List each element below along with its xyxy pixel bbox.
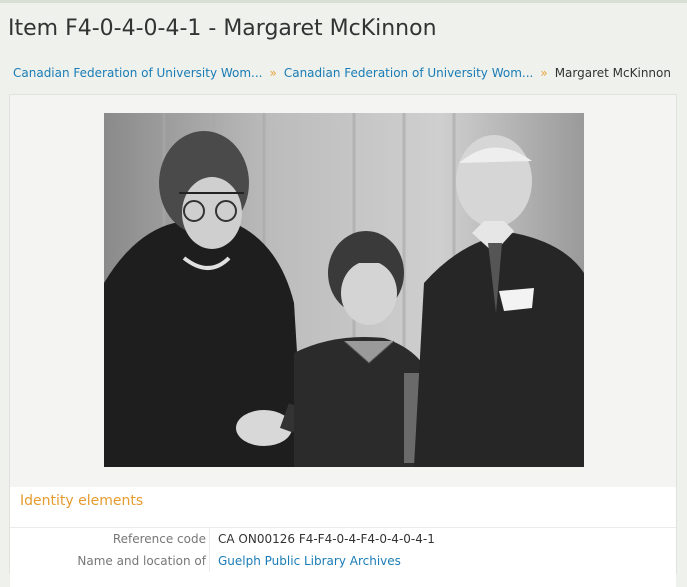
section-title[interactable]: Identity elements [20,493,143,509]
identity-elements-section: Identity elements Reference code CA ON00… [10,487,676,587]
field-reference-code: Reference code CA ON00126 F4-F4-0-4-F4-0… [10,528,676,550]
breadcrumb-current: Margaret McKinnon [554,66,671,80]
breadcrumb-link-series[interactable]: Canadian Federation of University Wom... [284,66,534,80]
field-value: CA ON00126 F4-F4-0-4-F4-0-4-0-4-1 [218,532,435,546]
breadcrumb-separator: » [540,66,548,80]
field-label: Reference code [112,532,206,546]
breadcrumb: Canadian Federation of University Wom...… [13,66,671,80]
photograph [104,113,584,467]
field-divider [209,528,210,550]
content-panel: Identity elements Reference code CA ON00… [9,94,677,587]
breadcrumb-separator: » [269,66,277,80]
repository-link[interactable]: Guelph Public Library Archives [218,554,401,568]
top-border [0,0,687,3]
field-label: Name and location of [77,554,206,568]
field-divider [209,550,210,572]
breadcrumb-link-fonds[interactable]: Canadian Federation of University Wom... [13,66,263,80]
field-repository: Name and location of Guelph Public Libra… [10,550,676,572]
page-title: Item F4-0-4-0-4-1 - Margaret McKinnon [8,16,437,41]
digital-object-image[interactable] [104,113,584,467]
